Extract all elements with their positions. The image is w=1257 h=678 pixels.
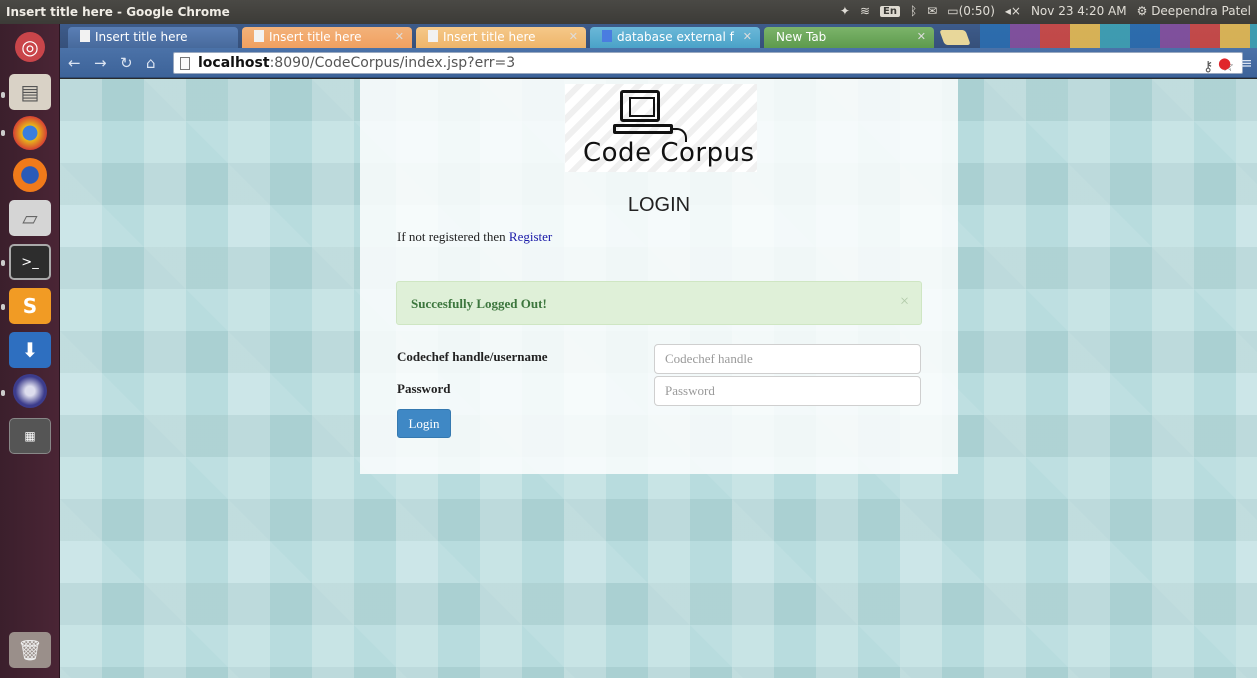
forward-icon[interactable]: → <box>94 54 107 72</box>
launcher-pip <box>1 304 5 310</box>
files-icon[interactable]: ▤ <box>9 74 51 110</box>
sublime-icon[interactable]: S <box>9 288 51 324</box>
back-icon[interactable]: ← <box>68 54 81 72</box>
page-icon <box>80 30 90 42</box>
new-tab-button[interactable] <box>939 30 971 45</box>
gear-icon: ⚙ <box>1136 4 1152 18</box>
extension-icon[interactable]: ● <box>1218 54 1231 72</box>
reload-icon[interactable]: ↻ <box>120 54 133 72</box>
chrome-icon[interactable] <box>13 116 47 150</box>
close-icon[interactable]: × <box>900 293 909 311</box>
wifi-icon[interactable]: ≋ <box>860 4 870 18</box>
tab-label: Insert title here <box>95 30 188 44</box>
login-card: Code Corpus LOGIN If not registered then… <box>360 79 958 474</box>
launcher-pip <box>1 390 5 396</box>
page-icon <box>254 30 264 42</box>
page-info-icon[interactable] <box>180 57 190 70</box>
tab-1[interactable]: Insert title here <box>68 27 238 48</box>
register-prompt-text: If not registered then <box>397 229 509 244</box>
sound-icon[interactable]: ◂× <box>1005 4 1021 18</box>
keyboard-shape <box>613 124 673 134</box>
url-path: :8090/CodeCorpus/index.jsp?err=3 <box>269 55 516 71</box>
docs-icon <box>602 30 612 42</box>
user-name: Deependra Patel <box>1151 4 1251 18</box>
logo: Code Corpus <box>565 84 757 172</box>
login-button[interactable]: Login <box>397 409 451 438</box>
tab-label: New Tab <box>776 30 827 44</box>
eclipse-icon[interactable] <box>13 374 47 408</box>
page-title: LOGIN <box>627 194 691 216</box>
tab-label: database external f <box>617 30 734 44</box>
dropbox-icon[interactable]: ✦ <box>840 4 850 18</box>
password-input[interactable] <box>654 376 921 406</box>
trash-icon[interactable]: 🗑 <box>9 632 51 668</box>
launcher-pip <box>1 260 5 266</box>
address-bar[interactable]: localhost:8090/CodeCorpus/index.jsp?err=… <box>173 52 1243 75</box>
tab-4[interactable]: database external f ✕ <box>590 27 760 48</box>
logo-text: Code Corpus <box>583 138 755 168</box>
key-icon[interactable]: ⚷ <box>1203 59 1213 75</box>
tab-label: Insert title here <box>269 30 362 44</box>
launcher-pip <box>1 92 5 98</box>
panel-indicators: ✦ ≋ En ᛒ ✉ ▭(0:50) ◂× Nov 23 4:20 AM ⚙ D… <box>840 4 1251 18</box>
username-input[interactable] <box>654 344 921 374</box>
browser-toolbar: ← → ↻ ⌂ localhost:8090/CodeCorpus/index.… <box>60 48 1257 78</box>
close-icon[interactable]: ✕ <box>743 30 752 43</box>
ubuntu-dash-icon[interactable]: ◎ <box>15 32 45 62</box>
page-viewport: Code Corpus LOGIN If not registered then… <box>60 79 1257 678</box>
username-label: Codechef handle/username <box>397 349 548 364</box>
battery-indicator[interactable]: ▭(0:50) <box>947 4 995 18</box>
alert-message: Succesfully Logged Out! <box>411 296 547 311</box>
close-icon[interactable]: ✕ <box>569 30 578 43</box>
tab-5[interactable]: New Tab ✕ <box>764 27 934 48</box>
launcher: ◎ ▤ ▱ >_ S ⬇ ▦ 🗑 <box>0 24 60 678</box>
success-alert: Succesfully Logged Out! × <box>396 281 922 325</box>
close-icon[interactable]: ✕ <box>395 30 404 43</box>
theme-decoration <box>980 24 1257 48</box>
firefox-icon[interactable] <box>13 158 47 192</box>
clock[interactable]: Nov 23 4:20 AM <box>1031 4 1127 18</box>
download-icon[interactable]: ⬇ <box>9 332 51 368</box>
url-host: localhost <box>198 55 270 71</box>
user-menu[interactable]: ⚙ Deependra Patel <box>1137 4 1251 18</box>
keyboard-layout-indicator[interactable]: En <box>880 5 900 17</box>
battery-icon: ▭ <box>947 4 959 18</box>
computer-icon <box>620 90 660 122</box>
register-link[interactable]: Register <box>509 229 552 244</box>
mail-icon[interactable]: ✉ <box>927 4 937 18</box>
launcher-pip <box>1 130 5 136</box>
terminal-icon[interactable]: >_ <box>9 244 51 280</box>
tab-3[interactable]: Insert title here ✕ <box>416 27 586 48</box>
drive-icon[interactable]: ▱ <box>9 200 51 236</box>
home-icon[interactable]: ⌂ <box>146 54 156 72</box>
workspace-icon[interactable]: ▦ <box>9 418 51 454</box>
tab-2[interactable]: Insert title here ✕ <box>242 27 412 48</box>
tab-strip: Insert title here Insert title here ✕ In… <box>60 24 1257 48</box>
register-prompt: If not registered then Register <box>397 229 552 245</box>
tab-label: Insert title here <box>443 30 536 44</box>
bluetooth-icon[interactable]: ᛒ <box>910 4 917 18</box>
password-label: Password <box>397 381 451 396</box>
top-panel: Insert title here - Google Chrome ✦ ≋ En… <box>0 0 1257 24</box>
battery-text: (0:50) <box>958 4 995 18</box>
close-icon[interactable]: ✕ <box>917 30 926 43</box>
menu-icon[interactable]: ≡ <box>1240 54 1253 72</box>
page-icon <box>428 30 438 42</box>
window-title: Insert title here - Google Chrome <box>6 5 230 19</box>
